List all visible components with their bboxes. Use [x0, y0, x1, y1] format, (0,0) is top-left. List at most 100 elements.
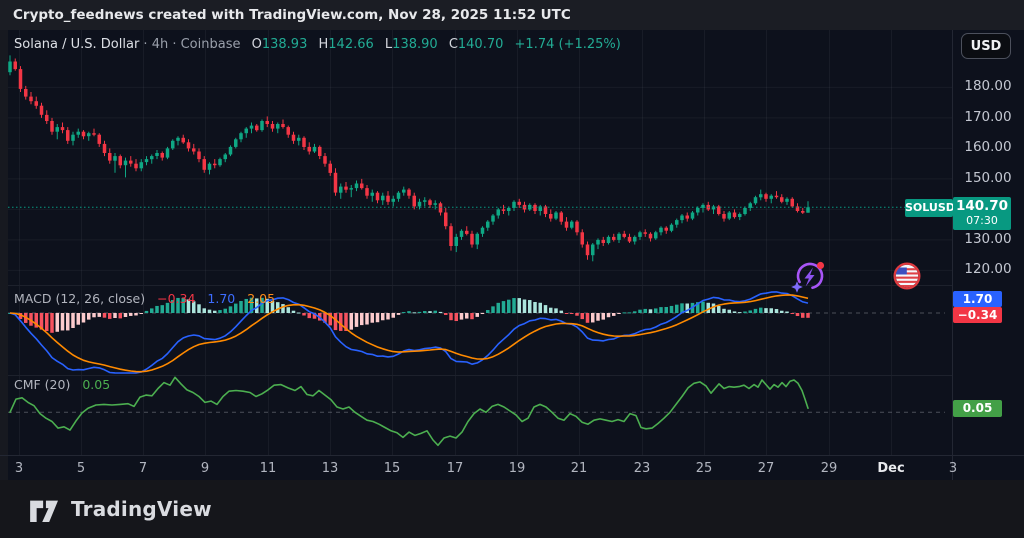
candle-body: [150, 156, 154, 160]
candle-body: [55, 127, 59, 132]
spark-ai-icon[interactable]: [789, 257, 829, 297]
candle-body: [97, 134, 101, 144]
candle-body: [454, 236, 458, 246]
candle-body: [591, 244, 595, 256]
macd-hist-bar: [748, 310, 752, 313]
macd-hist-bar: [76, 313, 80, 325]
lightning-bolt-icon: [804, 267, 815, 287]
candle-body: [87, 133, 91, 137]
time-tick-label: 23: [633, 461, 651, 476]
candle-body: [417, 201, 422, 207]
candle-body: [459, 230, 464, 237]
macd-label[interactable]: MACD (12, 26, close): [14, 291, 145, 306]
notification-dot: [816, 261, 825, 270]
high-label: H: [318, 37, 329, 52]
macd-hist-bar: [575, 313, 579, 316]
macd-hist-bar: [675, 304, 679, 313]
candle-body: [108, 153, 112, 161]
candle-body: [801, 211, 805, 213]
candle-body: [60, 127, 65, 131]
price-chart-canvas[interactable]: [0, 30, 952, 456]
macd-hist-bar: [759, 307, 763, 313]
tradingview-logo-icon[interactable]: [28, 496, 62, 522]
candle-body: [102, 143, 107, 153]
macd-hist-bar: [475, 313, 479, 317]
last-price-badge: 140.70 07:30: [953, 197, 1011, 230]
candle-body: [470, 233, 474, 245]
macd-hist-bar: [375, 313, 380, 323]
macd-hist-bar: [795, 313, 800, 317]
time-tick-label: 17: [446, 461, 464, 476]
cmf-label[interactable]: CMF (20): [14, 377, 70, 392]
macd-hist-bar: [549, 307, 553, 313]
macd-line-badge: 1.70: [953, 291, 1002, 307]
cmf-value: 0.05: [82, 377, 111, 392]
candle-body: [365, 188, 369, 196]
candle-body: [449, 226, 453, 246]
open-value: 138.93: [261, 37, 308, 52]
tradingview-brand-text[interactable]: TradingView: [71, 497, 212, 521]
macd-hist-bar: [643, 308, 647, 313]
macd-hist-bar: [417, 311, 422, 313]
macd-hist-bar: [281, 304, 285, 313]
macd-hist-bar: [554, 308, 558, 313]
candle-body: [696, 207, 700, 213]
macd-hist-bar: [297, 312, 301, 314]
candle-body: [780, 197, 784, 202]
candle-body: [785, 198, 789, 202]
tradingview-chart-window: Crypto_feednews created with TradingView…: [0, 0, 1024, 538]
macd-hist-bar: [465, 313, 469, 319]
candle-body: [18, 69, 23, 89]
macd-hist-bar: [218, 310, 222, 313]
candle-body: [601, 239, 605, 243]
candle-body: [486, 221, 490, 228]
currency-toggle-button[interactable]: USD: [961, 33, 1011, 59]
macd-hist-bar: [470, 313, 474, 320]
macd-hist-bar: [596, 313, 600, 321]
us-flag-icon[interactable]: [893, 262, 921, 290]
time-tick-label: 13: [321, 461, 339, 476]
macd-hist-bar: [601, 313, 605, 320]
macd-hist-bar: [139, 313, 143, 314]
candle-body: [265, 121, 269, 124]
candle-body: [76, 131, 80, 135]
macd-hist-bar: [732, 311, 737, 313]
macd-hist-bar: [428, 311, 432, 313]
macd-hist-bar: [664, 306, 668, 313]
candle-body: [753, 197, 758, 204]
macd-hist-bar: [433, 310, 437, 313]
candle-body: [129, 160, 133, 164]
open-label: O: [251, 37, 262, 52]
macd-hist-bar: [491, 306, 495, 313]
symbol-title[interactable]: Solana / U.S. Dollar: [14, 37, 139, 52]
candle-body: [659, 227, 663, 233]
candle-body: [223, 154, 227, 160]
candle-body: [318, 146, 322, 156]
macd-hist-bar: [113, 313, 117, 318]
macd-hist-bar: [654, 308, 658, 313]
macd-hist-bar: [81, 313, 86, 323]
candle-body: [81, 131, 86, 137]
macd-hist-bar: [45, 313, 49, 332]
candle-body: [575, 221, 579, 233]
macd-hist-bar: [307, 313, 311, 319]
candle-body: [239, 133, 243, 140]
candle-body: [386, 195, 390, 202]
candle-body: [228, 146, 233, 155]
candle-body: [585, 244, 590, 256]
candle-body: [13, 61, 17, 70]
macd-hist-bar: [102, 313, 107, 318]
time-axis[interactable]: 3 5 7 9 11 13 15 17 19 21 23 25 27 29 Dec 3: [0, 455, 1024, 480]
macd-hist-bar: [722, 308, 726, 313]
candle-body: [260, 121, 264, 131]
macd-hist-bar: [381, 313, 385, 321]
macd-hist-bar: [785, 311, 789, 313]
macd-hist-bar: [522, 299, 527, 313]
time-tick-label: 27: [757, 461, 775, 476]
candle-body: [323, 156, 327, 164]
candle-body: [428, 200, 432, 205]
candle-body: [622, 233, 626, 237]
macd-hist-bar: [769, 308, 773, 313]
candle-body: [270, 124, 275, 129]
symbol-subtitle: · 4h · Coinbase: [139, 37, 241, 52]
